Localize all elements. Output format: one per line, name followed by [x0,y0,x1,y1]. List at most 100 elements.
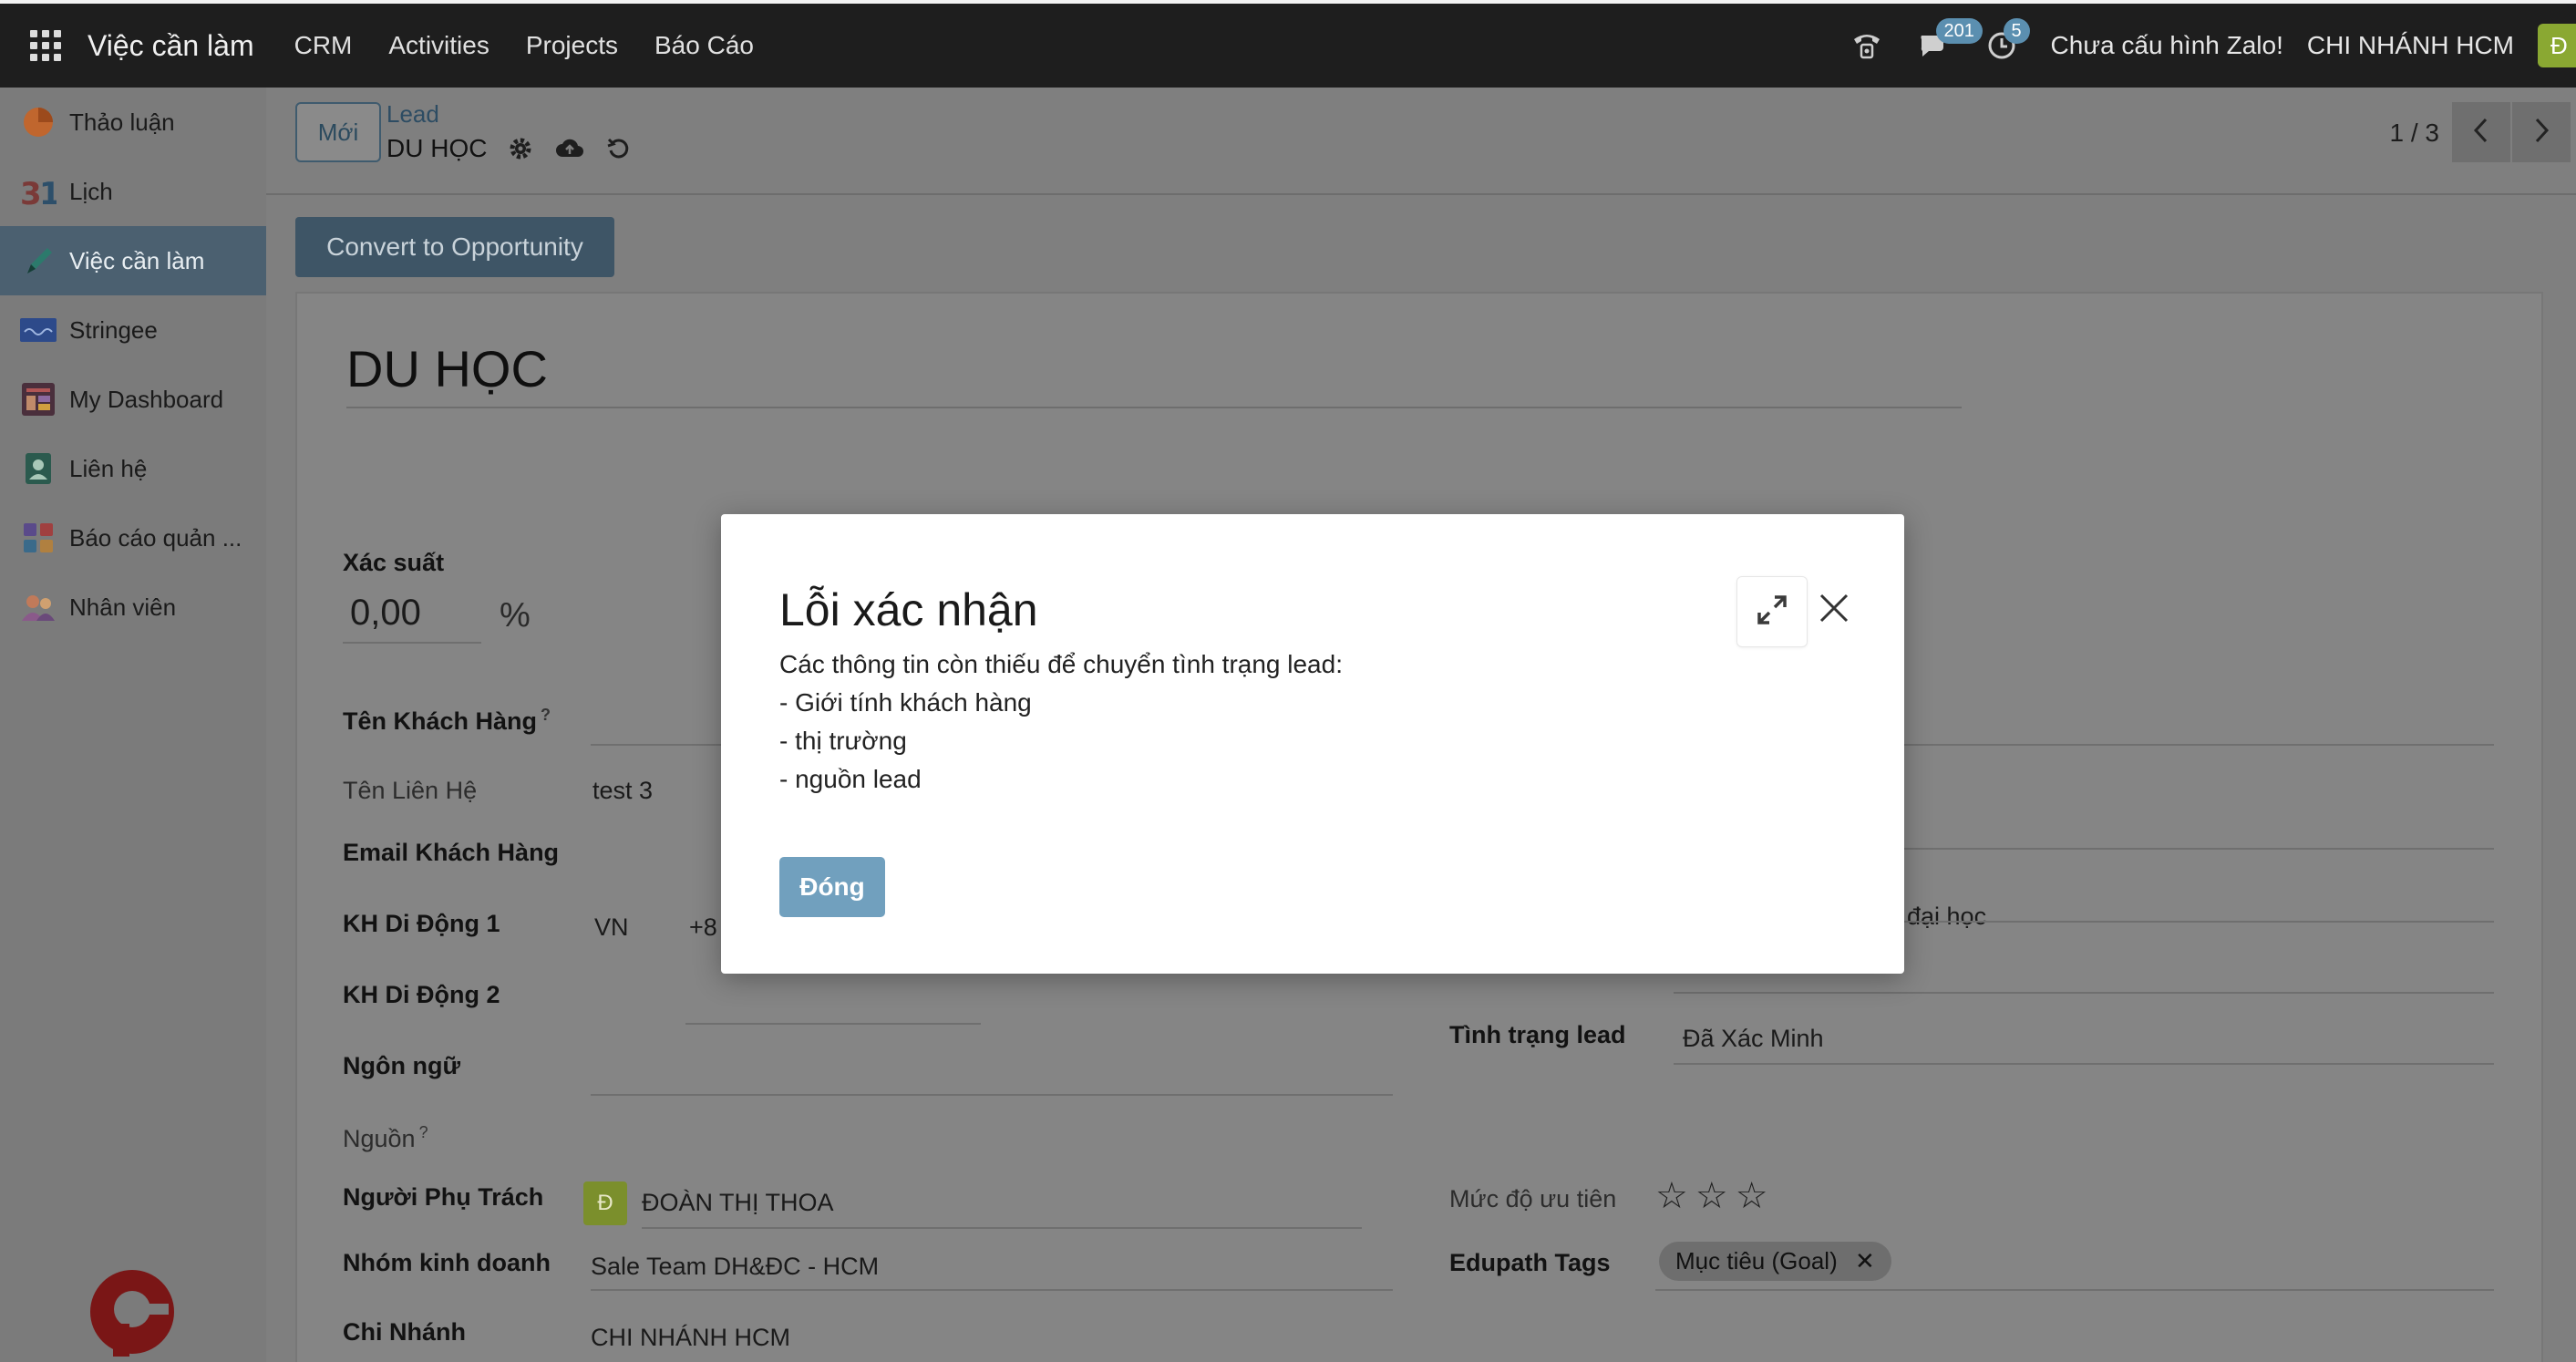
contact-name-input[interactable]: test 3 [592,777,653,805]
app-name[interactable]: Việc cần làm [88,29,254,63]
sidebar-item-stringee[interactable]: Stringee [0,295,266,365]
sidebar-item-dashboard[interactable]: My Dashboard [0,365,266,434]
sidebar-item-label: Việc cần làm [69,246,205,274]
contacts-icon [20,450,57,487]
lead-title[interactable]: DU HỌC [346,339,548,398]
branch-input[interactable]: CHI NHÁNH HCM [591,1324,790,1352]
mobile2-label: KH Di Động 2 [343,981,500,1008]
pager-next[interactable] [2512,102,2571,162]
dialog-message: Các thông tin còn thiếu để chuyển tình t… [779,645,1343,799]
tags-underline [1655,1289,2494,1291]
pager-previous[interactable] [2452,102,2510,162]
star-icon[interactable]: ☆ [1655,1178,1688,1214]
breadcrumb: DU HỌC [386,133,634,164]
title-underline [346,407,1962,408]
employees-icon [20,589,57,625]
salesperson-input[interactable]: ĐOÀN THỊ THOA [642,1189,834,1217]
menu-crm[interactable]: CRM [276,31,371,60]
cloud-upload-icon[interactable] [554,133,585,164]
star-icon[interactable]: ☆ [1736,1178,1768,1214]
sidebar-item-contacts[interactable]: Liên hệ [0,434,266,503]
lead-status-underline [1674,1063,2494,1065]
mobile1-label: KH Di Động 1 [343,910,500,937]
company-switcher[interactable]: CHI NHÁNH HCM [2307,31,2514,60]
contact-name-label: Tên Liên Hệ [343,777,478,804]
sidebar: Thảo luận 31 Lịch Việc cần làm Stringee … [0,88,266,1362]
close-dialog-button[interactable]: Đóng [779,857,885,917]
stringee-icon [20,312,57,348]
tag-chip: Mục tiêu (Goal) ✕ [1659,1242,1891,1281]
pager-value[interactable]: 1 / 3 [2390,119,2439,148]
salesperson-avatar: Đ [583,1181,627,1225]
sidebar-item-discuss[interactable]: Thảo luận [0,88,266,157]
lead-status-label: Tình trạng lead [1449,1021,1626,1048]
sales-team-label: Nhóm kinh doanh [343,1249,551,1276]
priority-stars[interactable]: ☆ ☆ ☆ [1655,1178,1776,1214]
sales-team-underline [591,1289,1393,1291]
phone-icon[interactable] [1849,27,1885,64]
sales-team-input[interactable]: Sale Team DH&ĐC - HCM [591,1253,879,1281]
top-menu: CRM Activities Projects Báo Cáo [276,31,772,60]
lead-status-input[interactable]: Đã Xác Minh [1683,1025,1824,1053]
tags-label: Edupath Tags [1449,1249,1611,1276]
star-icon[interactable]: ☆ [1695,1178,1728,1214]
mobile1-input[interactable]: +8 [689,913,717,942]
sidebar-item-label: Báo cáo quản ... [69,523,242,552]
help-icon: ? [541,706,551,724]
messages-badge: 201 [1935,18,1983,44]
customer-name-label: Tên Khách Hàng? [343,706,551,735]
sidebar-item-label: Thảo luận [69,108,175,136]
reports-icon [20,520,57,556]
app-grid-icon[interactable] [29,29,62,62]
menu-activities[interactable]: Activities [370,31,507,60]
probability-label: Xác suất [343,549,445,576]
email-label: Email Khách Hàng [343,839,560,866]
convert-to-opportunity-button[interactable]: Convert to Opportunity [295,217,614,277]
sidebar-item-todo[interactable]: Việc cần làm [0,226,266,295]
menu-projects[interactable]: Projects [508,31,636,60]
discard-icon[interactable] [603,133,634,164]
breadcrumb-current: DU HỌC [386,134,488,162]
sidebar-item-label: Lịch [69,177,113,205]
new-button[interactable]: Mới [295,102,381,162]
probability-underline [343,642,481,644]
zalo-status[interactable]: Chưa cấu hình Zalo! [2051,31,2283,60]
dashboard-icon [20,381,57,418]
education-input[interactable]: đại học [1907,903,1986,931]
salesperson-underline [642,1227,1362,1229]
activities-badge: 5 [2003,18,2030,44]
dialog-message-line: Các thông tin còn thiếu để chuyển tình t… [779,650,1343,678]
todo-icon [20,242,57,279]
priority-label: Mức độ ưu tiên [1449,1185,1617,1212]
market-underline [1674,992,2494,994]
svg-text:1: 1 [39,176,57,208]
sidebar-item-calendar[interactable]: 31 Lịch [0,157,266,226]
language-field[interactable] [591,1094,1393,1096]
gear-icon[interactable] [505,133,536,164]
sidebar-item-employees[interactable]: Nhân viên [0,573,266,642]
menu-reports[interactable]: Báo Cáo [636,31,772,60]
sidebar-item-label: Liên hệ [69,454,148,482]
close-icon [1819,593,1850,628]
sidebar-item-label: Stringee [69,315,158,344]
probability-input[interactable]: 0,00 [350,593,421,634]
sidebar-item-reports[interactable]: Báo cáo quản ... [0,503,266,573]
tag-remove-icon[interactable]: ✕ [1855,1247,1875,1274]
systray: 201 5 Chưa cấu hình Zalo! CHI NHÁNH HCM … [1849,4,2576,88]
control-panel: Mới Lead DU HỌC 1 / 3 [266,88,2576,195]
dialog-title: Lỗi xác nhận [779,584,1038,635]
calendar-icon: 31 [20,173,57,210]
chevron-left-icon [2472,117,2490,149]
dialog-close-button[interactable] [1813,589,1855,631]
mobile1-country[interactable]: VN [594,913,629,942]
company-logo [88,1267,177,1357]
dialog-message-line: - nguồn lead [779,765,922,793]
user-avatar[interactable]: Đ [2538,24,2576,67]
clock-icon[interactable]: 5 [1984,18,2030,64]
expand-button[interactable] [1736,576,1808,647]
dialog-message-line: - thị trường [779,727,907,755]
breadcrumb-parent[interactable]: Lead [386,100,439,129]
mobile2-field[interactable] [685,1023,981,1025]
sidebar-item-label: My Dashboard [69,385,224,413]
chat-icon[interactable]: 201 [1916,18,1983,64]
